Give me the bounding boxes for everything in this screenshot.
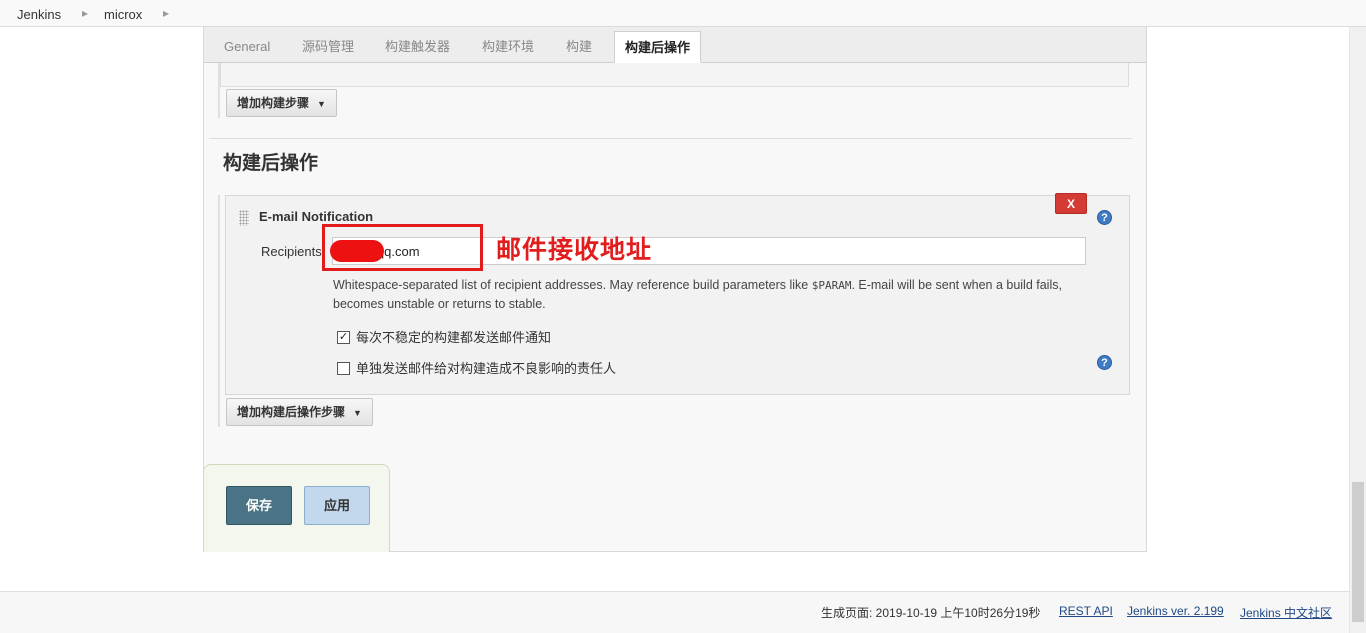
page-generated-time: 生成页面: 2019-10-19 上午10时26分19秒 [821, 606, 1041, 620]
annotation-text: 邮件接收地址 [496, 235, 653, 264]
email-notification-block: E-mail Notification X ? Recipients 邮件接收地… [225, 193, 1130, 395]
tab-general[interactable]: General [214, 31, 280, 63]
email-notification-title: E-mail Notification [259, 209, 374, 224]
add-build-step-label: 增加构建步骤 [237, 96, 310, 110]
caret-down-icon: ▼ [353, 407, 362, 418]
drag-handle-icon[interactable] [239, 210, 249, 226]
apply-button[interactable]: 应用 [304, 486, 370, 525]
param-code: $PARAM [811, 279, 852, 292]
unstable-build-checkbox-label[interactable]: 每次不稳定的构建都发送邮件通知 [356, 330, 551, 345]
tab-build-environment[interactable]: 构建环境 [472, 31, 544, 63]
previous-build-step-box [220, 63, 1129, 87]
breadcrumb-separator-icon[interactable]: ▸ [82, 6, 88, 20]
jenkins-version-link[interactable]: Jenkins ver. 2.199 [1127, 604, 1224, 618]
scrollbar-thumb[interactable] [1352, 482, 1364, 622]
individual-email-checkbox-label[interactable]: 单独发送邮件给对构建造成不良影响的责任人 [356, 361, 616, 376]
breadcrumb-microx[interactable]: microx [104, 7, 142, 22]
add-post-build-step-label: 增加构建后操作步骤 [237, 405, 346, 419]
unstable-build-checkbox[interactable]: ✓ [337, 331, 350, 345]
tab-build[interactable]: 构建 [556, 31, 602, 63]
caret-down-icon: ▼ [317, 98, 326, 109]
tab-build-triggers[interactable]: 构建触发器 [375, 31, 460, 63]
config-tab-bar: General 源码管理 构建触发器 构建环境 构建 构建后操作 [204, 27, 1146, 63]
tab-post-build-actions[interactable]: 构建后操作 [614, 31, 701, 63]
jenkins-community-link[interactable]: Jenkins 中文社区 [1240, 604, 1332, 621]
post-build-heading: 构建后操作 [223, 153, 319, 174]
tab-source-management[interactable]: 源码管理 [292, 31, 364, 63]
add-post-build-step-button[interactable]: 增加构建后操作步骤 ▼ [226, 398, 373, 426]
breadcrumb-jenkins[interactable]: Jenkins [17, 7, 61, 22]
add-build-step-button[interactable]: 增加构建步骤 ▼ [226, 89, 337, 117]
rest-api-link[interactable]: REST API [1059, 604, 1113, 618]
checkbox-row-unstable[interactable]: ✓ 每次不稳定的构建都发送邮件通知 [337, 327, 551, 346]
section-divider [209, 138, 1132, 139]
page-footer: 生成页面: 2019-10-19 上午10时26分19秒 REST API Je… [0, 591, 1349, 633]
breadcrumb-separator-icon[interactable]: ▸ [163, 6, 169, 20]
section-left-rule [218, 63, 220, 118]
help-icon[interactable]: ? [1097, 210, 1112, 225]
help-icon[interactable]: ? [1097, 355, 1112, 370]
individual-email-checkbox[interactable] [337, 362, 350, 376]
checkbox-row-individual[interactable]: 单独发送邮件给对构建造成不良影响的责任人 [337, 358, 616, 377]
recipients-label: Recipients [261, 244, 322, 259]
section-left-rule [218, 195, 220, 427]
recipients-description: Whitespace-separated list of recipient a… [333, 276, 1078, 314]
breadcrumb: Jenkins ▸ microx ▸ [0, 0, 1366, 27]
annotation-highlight-box [322, 224, 483, 271]
vertical-scrollbar[interactable] [1349, 27, 1366, 633]
form-button-bar: 保存 应用 [203, 464, 390, 552]
recipients-description-text: Whitespace-separated list of recipient a… [333, 278, 812, 292]
save-button[interactable]: 保存 [226, 486, 292, 525]
delete-button[interactable]: X [1055, 193, 1087, 214]
